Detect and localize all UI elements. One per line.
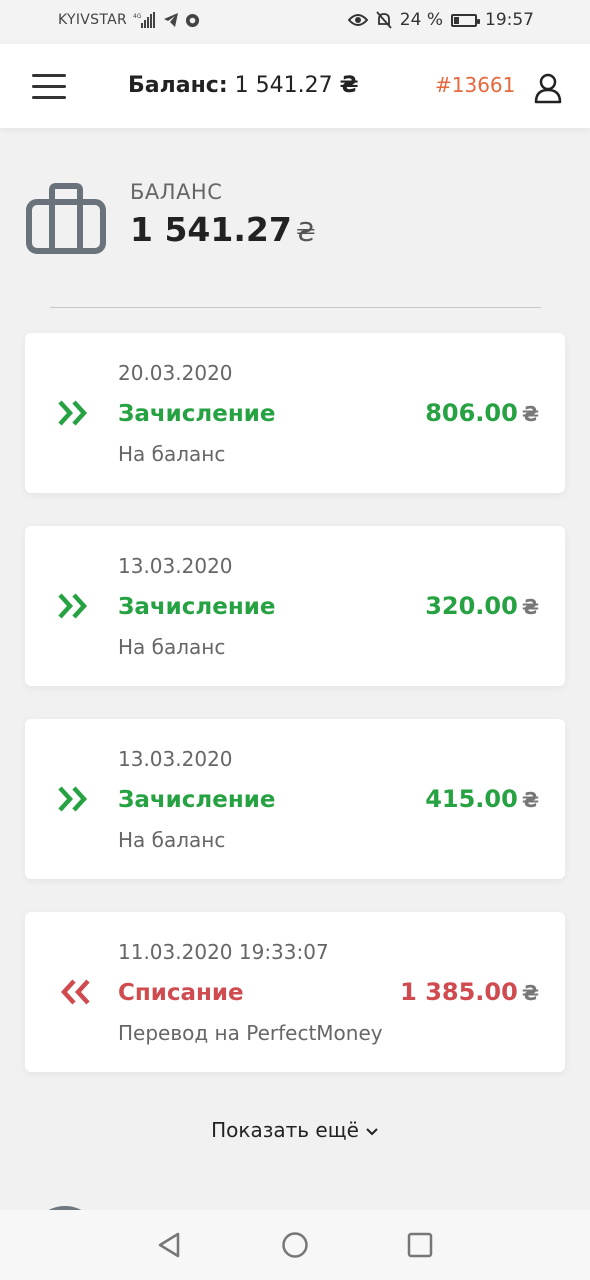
account-id[interactable]: #13661 (435, 73, 515, 97)
transaction-amount-value: 1 385.00 (400, 978, 518, 1006)
transaction-type: Зачисление (118, 594, 276, 620)
triangle-back-icon[interactable] (154, 1230, 184, 1260)
chrome-icon (185, 13, 200, 27)
status-time: 19:57 (485, 10, 534, 30)
circle-home-icon[interactable] (280, 1230, 310, 1260)
transaction-card[interactable]: 13.03.2020 Зачисление На баланс 415.00 ₴ (25, 719, 565, 879)
hamburger-menu-icon[interactable] (32, 74, 66, 100)
balance-amount: 1 541.27 ₴ (130, 210, 316, 249)
double-chevron-right-icon (58, 400, 88, 426)
battery-percent: 24 % (399, 10, 443, 30)
battery-icon (451, 13, 480, 27)
square-recent-icon[interactable] (405, 1230, 435, 1260)
mute-bell-icon (376, 11, 392, 29)
user-icon[interactable] (533, 72, 563, 104)
double-chevron-left-icon (60, 979, 90, 1005)
double-chevron-right-icon (58, 593, 88, 619)
eye-icon (347, 14, 368, 26)
header-balance-value: 1 541.27 (234, 73, 333, 98)
transaction-type: Списание (118, 980, 244, 1006)
telegram-icon (164, 13, 178, 27)
transaction-currency: ₴ (521, 595, 539, 619)
header-currency: ₴ (339, 73, 359, 98)
transaction-amount-value: 320.00 (425, 592, 518, 620)
transaction-currency: ₴ (521, 402, 539, 426)
balance-amount-value: 1 541.27 (130, 210, 292, 249)
app-header: Баланс: 1 541.27 ₴ #13661 (0, 44, 590, 128)
carrier-name: KYIVSTAR (58, 12, 127, 28)
svg-text:4G: 4G (133, 13, 142, 20)
system-nav-bar (0, 1210, 590, 1280)
balance-label: БАЛАНС (130, 180, 223, 204)
double-chevron-right-icon (58, 786, 88, 812)
transaction-date: 13.03.2020 (118, 747, 233, 771)
transaction-amount: 806.00 ₴ (425, 399, 539, 427)
transaction-amount: 320.00 ₴ (425, 592, 539, 620)
status-right: 24 % 19:57 (347, 10, 534, 30)
transaction-description: На баланс (118, 828, 226, 852)
transaction-amount: 1 385.00 ₴ (400, 978, 539, 1006)
signal-icon: 4G (133, 12, 155, 28)
divider (50, 307, 541, 308)
transaction-date: 11.03.2020 19:33:07 (118, 940, 329, 964)
battery-level (454, 16, 460, 24)
transaction-amount: 415.00 ₴ (425, 785, 539, 813)
chevron-down-icon (366, 1127, 378, 1135)
transaction-card[interactable]: 20.03.2020 Зачисление На баланс 806.00 ₴ (25, 333, 565, 493)
transaction-currency: ₴ (521, 981, 539, 1005)
transaction-amount-value: 806.00 (425, 399, 518, 427)
header-balance: Баланс: 1 541.27 ₴ (128, 73, 359, 98)
balance-summary: БАЛАНС 1 541.27 ₴ (26, 178, 566, 268)
transaction-card[interactable]: 13.03.2020 Зачисление На баланс 320.00 ₴ (25, 526, 565, 686)
transaction-type: Зачисление (118, 787, 276, 813)
briefcase-icon (26, 183, 106, 254)
transaction-date: 13.03.2020 (118, 554, 233, 578)
transaction-date: 20.03.2020 (118, 361, 233, 385)
transaction-type: Зачисление (118, 401, 276, 427)
header-balance-label: Баланс: (128, 73, 228, 98)
status-bar: KYIVSTAR 4G 24 % 19:57 (0, 0, 590, 44)
transaction-card[interactable]: 11.03.2020 19:33:07 Списание Перевод на … (25, 912, 565, 1072)
transaction-description: На баланс (118, 635, 226, 659)
status-left: KYIVSTAR 4G (58, 12, 200, 28)
show-more-button[interactable]: Показать ещё (0, 1118, 590, 1142)
balance-currency: ₴ (295, 218, 316, 248)
transaction-description: На баланс (118, 442, 226, 466)
transaction-currency: ₴ (521, 788, 539, 812)
transaction-amount-value: 415.00 (425, 785, 518, 813)
show-more-label: Показать ещё (211, 1118, 359, 1142)
transaction-description: Перевод на PerfectMoney (118, 1021, 383, 1045)
